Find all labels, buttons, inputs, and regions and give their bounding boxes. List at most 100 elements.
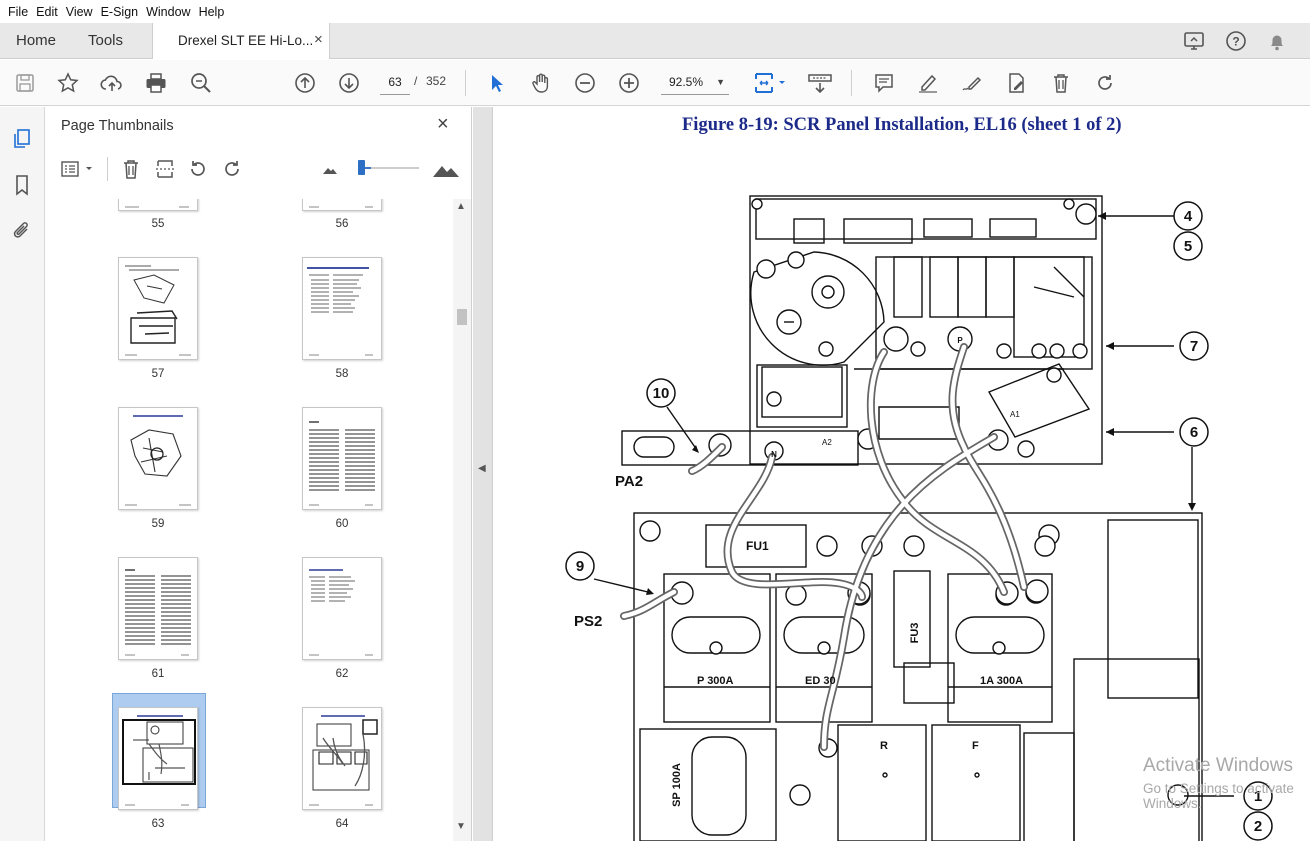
zoom-dropdown[interactable]: 92.5% ▼: [661, 69, 729, 95]
scroll-up-icon[interactable]: ▲: [456, 201, 466, 212]
thumbnail-label: 58: [335, 368, 349, 380]
large-thumbnail-mountain-icon[interactable]: [431, 157, 461, 181]
chevron-down-icon: ▼: [716, 77, 725, 87]
label-r: R: [880, 740, 888, 752]
print-icon[interactable]: [143, 70, 169, 96]
delete-trash-icon[interactable]: [1048, 70, 1074, 96]
label-n: N: [771, 450, 777, 459]
zoom-out-icon[interactable]: [572, 70, 598, 96]
zoom-in-icon[interactable]: [616, 70, 642, 96]
save-icon[interactable]: [12, 70, 38, 96]
thumbnail-label: 62: [335, 668, 349, 680]
rotate-clockwise-icon[interactable]: [220, 157, 244, 181]
menu-bar: File Edit View E-Sign Window Help: [0, 0, 1310, 23]
callout-10: 10: [653, 385, 670, 402]
menu-window[interactable]: Window: [142, 5, 194, 19]
callout-2: 2: [1254, 818, 1262, 835]
comment-icon[interactable]: [871, 70, 897, 96]
upload-cloud-icon[interactable]: [99, 70, 125, 96]
zoom-search-icon[interactable]: [188, 70, 214, 96]
label-fu3: FU3: [909, 623, 921, 644]
tab-tools[interactable]: Tools: [88, 32, 123, 49]
thumbnail-page-61[interactable]: [118, 557, 198, 660]
close-icon[interactable]: ×: [437, 113, 449, 136]
page-thumbnails-icon[interactable]: [10, 127, 34, 151]
page-thumbnails-panel: Page Thumbnails × 55 56 57 58 59 60 61 6…: [45, 107, 472, 841]
svg-text:?: ?: [1232, 35, 1239, 49]
notifications-bell-icon[interactable]: [1265, 29, 1289, 53]
menu-esign[interactable]: E-Sign: [97, 5, 143, 19]
page-separator: /: [414, 74, 418, 88]
tab-close-icon[interactable]: ×: [314, 31, 323, 48]
thumbnail-label: 55: [151, 218, 165, 230]
thumbnail-page-56[interactable]: [302, 199, 382, 211]
document-view[interactable]: Figure 8-19: SCR Panel Installation, EL1…: [494, 107, 1310, 841]
scrollbar-thumb[interactable]: [457, 309, 467, 325]
rotate-clockwise-icon[interactable]: [1092, 70, 1118, 96]
thumbnail-size-slider[interactable]: [358, 160, 365, 175]
scr-panel-diagram: 4 5 7 6 10 9 1 2 PA2 PS2 FU1 P 300A ED 3…: [565, 195, 1273, 841]
label-fu1: FU1: [746, 539, 769, 553]
panel-splitter[interactable]: ◀: [473, 107, 493, 841]
thumbnail-page-59[interactable]: [118, 407, 198, 510]
label-a2: A2: [822, 438, 832, 447]
scroll-mode-icon[interactable]: [806, 70, 834, 96]
help-icon[interactable]: ?: [1224, 29, 1248, 53]
insert-pages-icon[interactable]: [153, 157, 177, 181]
bookmarks-icon[interactable]: [10, 173, 34, 197]
thumbnail-label: 64: [335, 818, 349, 830]
rotate-counterclockwise-icon[interactable]: [186, 157, 210, 181]
menu-view[interactable]: View: [62, 5, 97, 19]
share-screen-icon[interactable]: [1182, 29, 1206, 53]
thumbnail-page-62[interactable]: [302, 557, 382, 660]
total-pages: 352: [426, 74, 447, 88]
fit-page-icon[interactable]: [752, 70, 788, 96]
callout-4: 4: [1184, 208, 1193, 225]
callout-5: 5: [1184, 238, 1192, 255]
page-number-input[interactable]: 63: [380, 69, 410, 95]
thumbnails-scrollbar[interactable]: ▲ ▼: [453, 199, 471, 841]
label-ed30: ED 30: [805, 675, 836, 687]
panel-separator: [107, 157, 108, 181]
tab-home[interactable]: Home: [16, 32, 56, 49]
delete-page-trash-icon[interactable]: [119, 157, 143, 181]
thumbnail-label: 63: [151, 818, 165, 830]
thumbnail-page-58[interactable]: [302, 257, 382, 360]
thumbnail-page-63[interactable]: [118, 707, 198, 810]
label-1a300a: 1A 300A: [980, 675, 1023, 687]
scroll-down-icon[interactable]: ▼: [456, 821, 466, 832]
menu-edit[interactable]: Edit: [32, 5, 62, 19]
menu-help[interactable]: Help: [195, 5, 229, 19]
tab-row: Home Tools Drexel SLT EE Hi-Lo... × ?: [0, 23, 1310, 59]
thumbnail-label: 60: [335, 518, 349, 530]
activation-watermark-title: Activate Windows: [1143, 755, 1293, 776]
thumbnail-page-60[interactable]: [302, 407, 382, 510]
thumbnail-page-55[interactable]: [118, 199, 198, 211]
edit-document-icon[interactable]: [1003, 70, 1029, 96]
select-cursor-icon[interactable]: [484, 70, 510, 96]
label-p300a: P 300A: [697, 675, 734, 687]
thumbnail-page-57[interactable]: [118, 257, 198, 360]
tab-document[interactable]: Drexel SLT EE Hi-Lo... ×: [152, 23, 330, 59]
label-a1: A1: [1010, 410, 1020, 419]
label-sp100a: SP 100A: [671, 763, 683, 807]
thumbnail-options-icon[interactable]: [59, 157, 97, 181]
collapse-panel-icon[interactable]: ◀: [478, 463, 486, 474]
thumbnail-label: 57: [151, 368, 165, 380]
menu-file[interactable]: File: [4, 5, 32, 19]
thumbnail-label: 61: [151, 668, 165, 680]
highlight-pen-icon[interactable]: [915, 70, 941, 96]
attachments-paperclip-icon[interactable]: [10, 219, 34, 243]
tab-document-label: Drexel SLT EE Hi-Lo...: [178, 33, 314, 48]
thumbnail-label: 59: [151, 518, 165, 530]
next-page-icon[interactable]: [336, 70, 362, 96]
bookmark-star-icon[interactable]: [55, 70, 81, 96]
callout-7: 7: [1190, 338, 1198, 355]
label-ps2: PS2: [574, 613, 602, 630]
thumbnail-page-64[interactable]: [302, 707, 382, 810]
small-thumbnail-mountain-icon[interactable]: [318, 157, 342, 181]
hand-tool-icon[interactable]: [528, 70, 554, 96]
sign-pen-icon[interactable]: [959, 70, 985, 96]
previous-page-icon[interactable]: [292, 70, 318, 96]
toolbar-separator: [465, 70, 466, 96]
